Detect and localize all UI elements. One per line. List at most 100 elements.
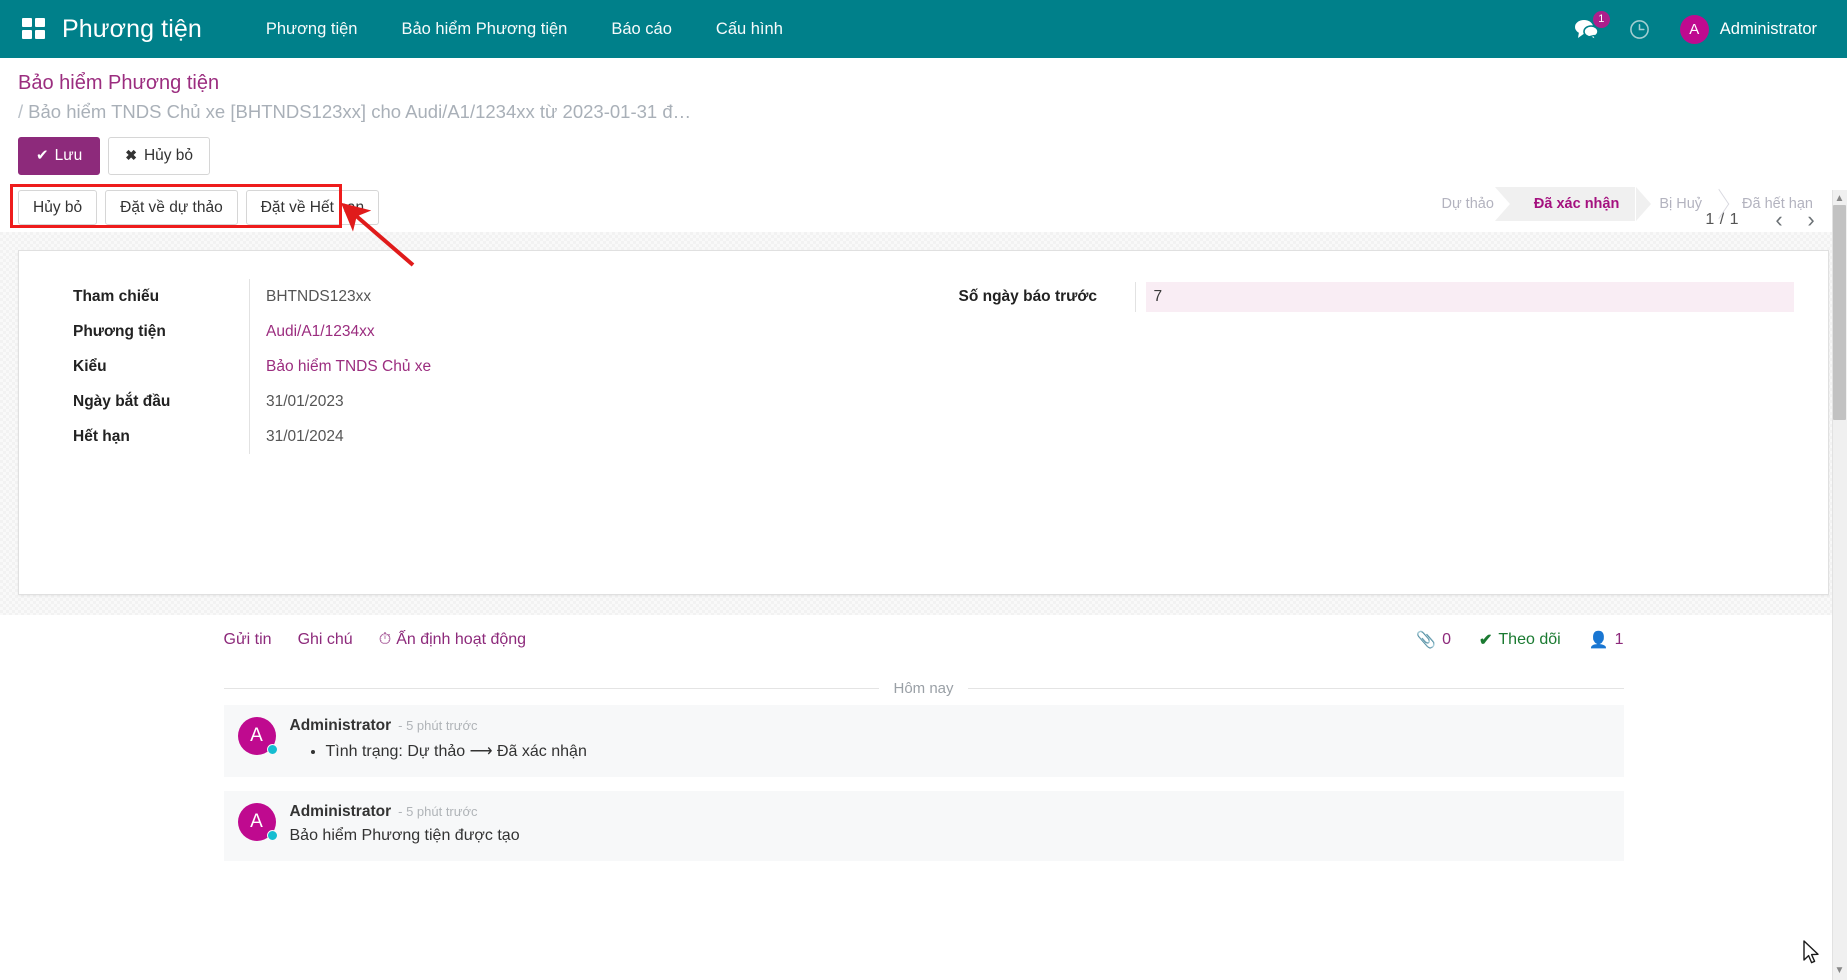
user-menu[interactable]: A Administrator <box>1680 15 1817 44</box>
field-row-vehicle: Phương tiện Audi/A1/1234xx <box>53 314 924 349</box>
message-author[interactable]: Administrator <box>290 803 392 821</box>
check-icon: ✔ <box>36 147 49 164</box>
day-separator: Hôm nay <box>224 664 1624 705</box>
form-column-right: Số ngày báo trước <box>924 279 1795 454</box>
field-value-reference[interactable]: BHTNDS123xx <box>249 279 924 314</box>
statusbar-row: Hủy bỏ Đặt về dự thảo Đặt về Hết hạn Dự … <box>0 184 1847 232</box>
field-input-wrap-days-before-alert <box>1135 282 1795 312</box>
close-x-icon: ✖ <box>125 147 137 163</box>
field-label-days-before-alert: Số ngày báo trước <box>939 280 1135 314</box>
attachments-counter[interactable]: 📎 0 <box>1416 630 1451 650</box>
status-expired[interactable]: Đã hết hạn <box>1718 187 1829 221</box>
set-to-draft-button[interactable]: Đặt về dự thảo <box>105 190 238 225</box>
form-sheet: Tham chiếu BHTNDS123xx Phương tiện Audi/… <box>18 250 1829 595</box>
sheet-background: Tham chiếu BHTNDS123xx Phương tiện Audi/… <box>0 232 1847 615</box>
attachment-count: 0 <box>1442 631 1451 649</box>
form-grid: Tham chiếu BHTNDS123xx Phương tiện Audi/… <box>53 279 1794 454</box>
user-name: Administrator <box>1720 20 1817 39</box>
field-label-start-date: Ngày bắt đầu <box>53 385 249 419</box>
online-status-dot <box>267 744 278 755</box>
form-column-left: Tham chiếu BHTNDS123xx Phương tiện Audi/… <box>53 279 924 454</box>
mouse-cursor <box>1802 940 1822 968</box>
message-content: Tình trạng: Dự thảo ⟶ Đã xác nhận <box>290 741 1610 761</box>
day-separator-label: Hôm nay <box>893 680 953 697</box>
message-tracking-line: Tình trạng: Dự thảo ⟶ Đã xác nhận <box>326 741 1610 761</box>
save-button[interactable]: ✔ Lưu <box>18 137 100 175</box>
field-label-reference: Tham chiếu <box>53 280 249 314</box>
days-before-alert-input[interactable] <box>1146 282 1795 312</box>
send-message-button[interactable]: Gửi tin <box>224 631 272 649</box>
odoo-form-view: Phương tiện Phương tiện Bảo hiểm Phương … <box>0 0 1847 980</box>
message-body: Administrator - 5 phút trước Tình trạng:… <box>290 717 1610 761</box>
paperclip-icon: 📎 <box>1416 630 1436 650</box>
follow-label: Theo dõi <box>1498 631 1560 649</box>
field-value-vehicle[interactable]: Audi/A1/1234xx <box>249 314 924 349</box>
field-row-days-before-alert: Số ngày báo trước <box>939 279 1795 314</box>
cancel-action-button[interactable]: Hủy bỏ <box>18 190 97 225</box>
menu-item-bao-hiem-phuong-tien[interactable]: Bảo hiểm Phương tiện <box>379 12 589 47</box>
message-header: Administrator - 5 phút trước <box>290 717 1610 735</box>
message-author[interactable]: Administrator <box>290 717 392 735</box>
avatar: A <box>1680 15 1709 44</box>
followers-counter[interactable]: 👤 1 <box>1589 630 1624 650</box>
message-item: A Administrator - 5 phút trước Tình trạn… <box>224 705 1624 777</box>
field-row-type: Kiểu Bảo hiểm TNDS Chủ xe <box>53 349 924 384</box>
clock-icon[interactable] <box>1629 19 1650 40</box>
menu-item-phuong-tien[interactable]: Phương tiện <box>244 12 380 47</box>
menu-item-bao-cao[interactable]: Báo cáo <box>589 12 694 47</box>
field-label-expiration-date: Hết hạn <box>53 420 249 454</box>
menu-item-cau-hinh[interactable]: Cấu hình <box>694 12 805 47</box>
navbar-right-tools: 1 A Administrator <box>1574 15 1825 44</box>
message-header: Administrator - 5 phút trước <box>290 803 1610 821</box>
status-cancelled[interactable]: Bị Huỷ <box>1635 187 1718 221</box>
set-to-expired-button[interactable]: Đặt về Hết hạn <box>246 190 379 225</box>
field-value-start-date[interactable]: 31/01/2023 <box>249 384 924 419</box>
log-note-button[interactable]: Ghi chú <box>298 631 353 649</box>
avatar: A <box>238 803 276 841</box>
discard-button-label: Hủy bỏ <box>144 147 193 164</box>
status-bar: Dự thảo Đã xác nhận Bị Huỷ Đã hết hạn <box>1427 187 1829 221</box>
chatter-right-tools: 📎 0 ✔ Theo dõi 👤 1 <box>1416 630 1623 650</box>
field-label-type: Kiểu <box>53 350 249 384</box>
field-row-start-date: Ngày bắt đầu 31/01/2023 <box>53 384 924 419</box>
schedule-activity-label: Ấn định hoạt động <box>396 631 526 648</box>
scroll-down-arrow-icon[interactable]: ▼ <box>1834 965 1845 976</box>
status-confirmed[interactable]: Đã xác nhận <box>1510 187 1635 221</box>
control-panel: Bảo hiểm Phương tiện /Bảo hiểm TNDS Chủ … <box>0 58 1847 175</box>
top-navbar: Phương tiện Phương tiện Bảo hiểm Phương … <box>0 0 1847 58</box>
field-label-vehicle: Phương tiện <box>53 315 249 349</box>
save-button-label: Lưu <box>55 147 83 164</box>
apps-grid-icon[interactable] <box>22 18 48 40</box>
chatter: Gửi tin Ghi chú ⏱ Ấn định hoạt động 📎 0 ✔… <box>0 615 1847 861</box>
record-toolbar: ✔ Lưu ✖ Hủy bỏ <box>18 137 1829 175</box>
message-item: A Administrator - 5 phút trước Bảo hiểm … <box>224 791 1624 861</box>
field-row-reference: Tham chiếu BHTNDS123xx <box>53 279 924 314</box>
chatter-toolbar: Gửi tin Ghi chú ⏱ Ấn định hoạt động 📎 0 ✔… <box>224 615 1624 664</box>
following-button[interactable]: ✔ Theo dõi <box>1479 630 1561 650</box>
user-icon: 👤 <box>1589 630 1609 650</box>
message-body: Administrator - 5 phút trước Bảo hiểm Ph… <box>290 803 1610 845</box>
separator-line-right <box>968 688 1624 689</box>
avatar-initial: A <box>250 811 263 833</box>
chatter-inner: Gửi tin Ghi chú ⏱ Ấn định hoạt động 📎 0 ✔… <box>224 615 1624 861</box>
followers-count: 1 <box>1615 631 1624 649</box>
breadcrumb-root[interactable]: Bảo hiểm Phương tiện <box>18 72 219 95</box>
vertical-scrollbar-thumb[interactable] <box>1833 205 1846 420</box>
breadcrumb-separator: / <box>18 101 23 122</box>
message-content: Bảo hiểm Phương tiện được tạo <box>290 827 1610 845</box>
messages-icon[interactable]: 1 <box>1574 19 1599 40</box>
message-timestamp: - 5 phút trước <box>398 718 477 733</box>
field-value-expiration-date[interactable]: 31/01/2024 <box>249 419 924 454</box>
discard-button[interactable]: ✖ Hủy bỏ <box>108 137 210 174</box>
scroll-up-arrow-icon[interactable]: ▲ <box>1834 193 1845 204</box>
message-timestamp: - 5 phút trước <box>398 804 477 819</box>
online-status-dot <box>267 830 278 841</box>
messages-badge: 1 <box>1593 11 1610 28</box>
clock-icon: ⏱ <box>379 631 391 648</box>
app-brand-title[interactable]: Phương tiện <box>62 15 202 44</box>
workflow-action-buttons: Hủy bỏ Đặt về dự thảo Đặt về Hết hạn <box>18 184 379 232</box>
schedule-activity-button[interactable]: ⏱ Ấn định hoạt động <box>379 631 526 649</box>
avatar: A <box>238 717 276 755</box>
field-value-type[interactable]: Bảo hiểm TNDS Chủ xe <box>249 349 924 384</box>
separator-line-left <box>224 688 880 689</box>
